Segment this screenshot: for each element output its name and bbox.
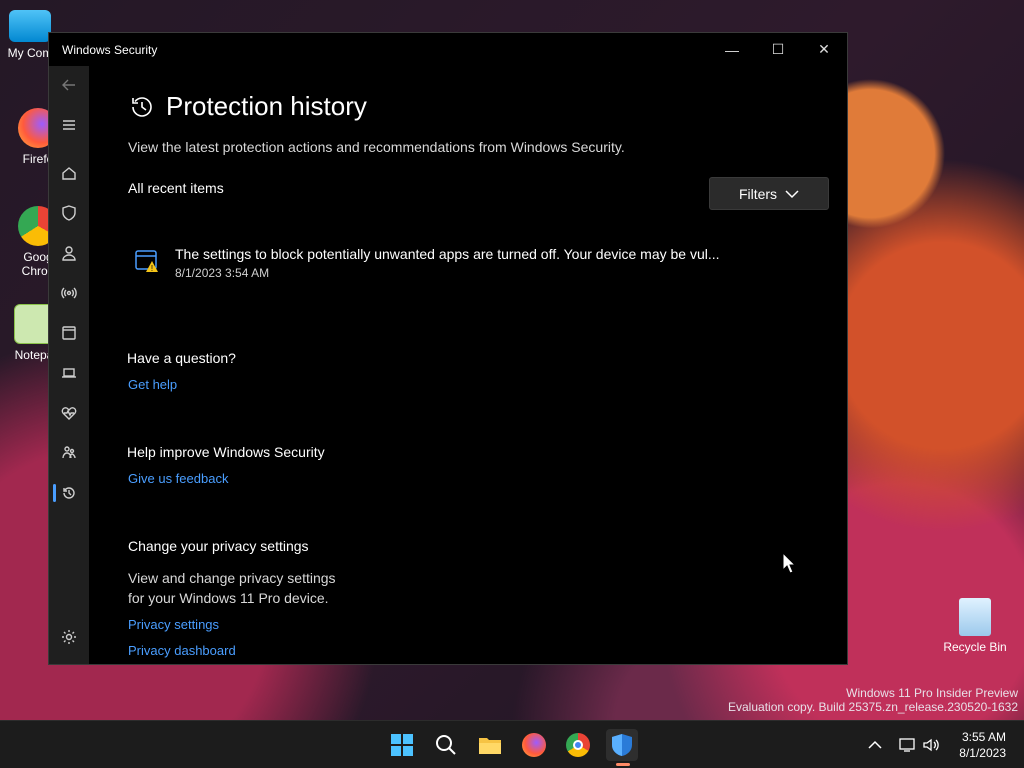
sidebar [49,66,89,664]
desktop-icon-label: Recycle Bin [943,640,1007,654]
chrome-button[interactable] [562,729,594,761]
close-button[interactable]: ✕ [801,33,847,66]
laptop-icon [62,368,76,378]
desktop-icon-recycle-bin[interactable]: Recycle Bin [940,598,1010,654]
person-icon [62,246,76,261]
search-button[interactable] [430,729,462,761]
show-hidden-icons-button[interactable] [868,721,882,768]
privacy-text-line: for your Windows 11 Pro device. [128,590,329,606]
history-item-timestamp: 8/1/2023 3:54 AM [175,266,270,280]
title-bar[interactable]: Windows Security — ☐ ✕ [49,33,847,66]
windows-logo-icon [391,734,413,756]
watermark-line: Evaluation copy. Build 25375.zn_release.… [728,700,1018,714]
page-title: Protection history [128,91,367,122]
sidebar-item-app-browser[interactable] [49,316,89,350]
gear-icon [62,630,76,644]
minimize-button[interactable]: — [709,33,755,66]
get-help-link[interactable]: Get help [128,377,177,392]
history-icon [132,96,152,117]
history-item[interactable]: ! The settings to block potentially unwa… [133,246,720,280]
back-button[interactable] [49,68,89,102]
maximize-button[interactable]: ☐ [755,33,801,66]
history-icon [63,487,75,499]
desktop-icon-label: My Com [7,46,53,60]
warning-app-icon: ! [133,246,161,274]
active-app-indicator [616,763,630,766]
back-arrow-icon [62,79,75,91]
start-button[interactable] [386,729,418,761]
windows-security-taskbar-button[interactable] [606,729,638,761]
sidebar-item-device-security[interactable] [49,356,89,390]
privacy-dashboard-link[interactable]: Privacy dashboard [128,643,236,658]
network-icon [899,738,915,752]
privacy-text: View and change privacy settings for you… [128,568,336,608]
recent-items-label: All recent items [128,180,224,196]
mouse-cursor-icon [782,552,796,574]
sidebar-item-firewall[interactable] [49,276,89,310]
filters-label: Filters [738,185,778,202]
svg-text:!: ! [151,264,153,273]
browser-window-icon [62,326,76,340]
shield-icon [62,205,76,221]
hamburger-icon [63,120,75,130]
sidebar-item-protection-history[interactable] [49,476,89,510]
family-icon [62,446,76,459]
volume-icon-button[interactable] [922,721,940,768]
network-icon-button[interactable] [898,721,916,768]
question-heading: Have a question? [127,350,236,366]
history-item-message: The settings to block potentially unwant… [175,246,720,262]
menu-button[interactable] [49,108,89,142]
chrome-icon [566,733,590,757]
search-icon [436,735,456,755]
improve-heading: Help improve Windows Security [127,444,325,460]
volume-icon [923,738,939,752]
filters-button[interactable]: Filters [709,177,829,210]
folder-icon [479,738,501,754]
wireless-icon [61,287,77,299]
heart-pulse-icon [61,407,77,420]
chevron-up-icon [868,740,882,749]
privacy-text-line: View and change privacy settings [128,570,336,586]
shield-icon [612,734,632,756]
page-title-text: Protection history [166,91,367,121]
sidebar-item-family-options[interactable] [49,436,89,470]
windows-security-window: Windows Security — ☐ ✕ Protection histor… [48,32,848,665]
file-explorer-button[interactable] [474,729,506,761]
watermark-line: Windows 11 Pro Insider Preview [846,686,1018,700]
firefox-icon [522,733,546,757]
feedback-link[interactable]: Give us feedback [128,471,228,486]
taskbar: 3:55 AM 8/1/2023 [0,720,1024,768]
privacy-heading: Change your privacy settings [128,538,309,554]
sidebar-item-home[interactable] [49,156,89,190]
clock-date: 8/1/2023 [959,746,1006,760]
chevron-down-icon [785,189,799,198]
os-watermark: Windows 11 Pro Insider Preview Evaluatio… [728,686,1018,714]
clock[interactable]: 3:55 AM 8/1/2023 [959,729,1006,761]
sidebar-item-virus-protection[interactable] [49,196,89,230]
privacy-settings-link[interactable]: Privacy settings [128,617,219,632]
window-title: Windows Security [62,42,158,57]
page-subtitle: View the latest protection actions and r… [128,139,625,155]
home-icon [62,167,76,180]
sidebar-item-account[interactable] [49,236,89,270]
sidebar-item-device-health[interactable] [49,396,89,430]
recycle-bin-icon [959,598,991,636]
sidebar-item-settings[interactable] [49,620,89,654]
monitor-icon [9,10,51,42]
clock-time: 3:55 AM [961,730,1006,744]
firefox-button[interactable] [518,729,550,761]
